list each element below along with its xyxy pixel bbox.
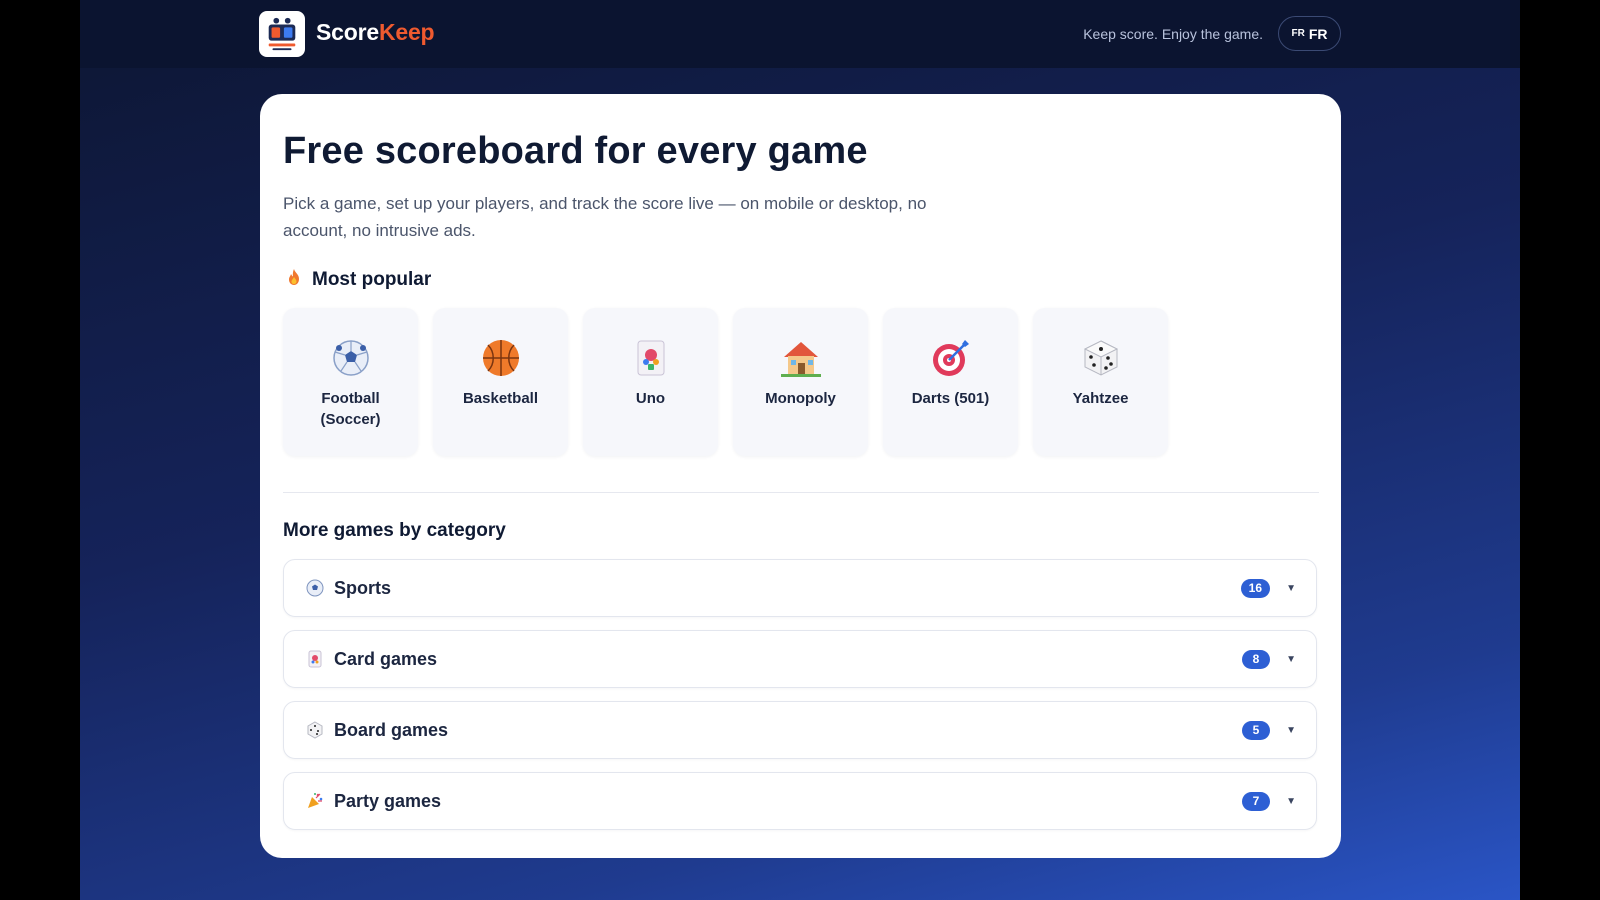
game-name: Yahtzee xyxy=(1072,390,1129,407)
party-popper-icon xyxy=(306,792,324,810)
tagline: Keep score. Enjoy the game. xyxy=(1083,26,1263,42)
brand-name[interactable]: ScoreKeep xyxy=(316,19,435,46)
basketball-icon xyxy=(481,338,521,378)
category-list: Sports 16 ▼ Card games 8 ▼ Board games 5… xyxy=(283,559,1317,843)
flag-icon: FR xyxy=(1291,28,1305,39)
chevron-down-icon[interactable]: ▼ xyxy=(1286,583,1296,594)
chevron-down-icon[interactable]: ▼ xyxy=(1286,725,1296,736)
most-popular-label: Most popular xyxy=(312,268,432,290)
fire-icon xyxy=(286,268,302,291)
count-badge: 7 xyxy=(1242,791,1270,811)
language-switch-button[interactable]: FR FR xyxy=(1278,16,1341,51)
more-games-heading: More games by category xyxy=(283,520,506,541)
brand-name-part1: Score xyxy=(316,19,379,45)
game-tile-basketball[interactable]: Basketball xyxy=(433,308,568,456)
category-board-games[interactable]: Board games 5 ▼ xyxy=(283,701,1317,759)
main-card: Free scoreboard for every game Pick a ga… xyxy=(260,94,1341,858)
game-name: Darts (501) xyxy=(911,390,990,407)
game-name: Football (Soccer) xyxy=(320,390,381,428)
game-name: Basketball xyxy=(462,390,539,407)
chevron-down-icon[interactable]: ▼ xyxy=(1286,796,1296,807)
category-label: Sports xyxy=(334,577,392,598)
category-label: Party games xyxy=(334,790,442,811)
game-name: Uno xyxy=(635,390,666,407)
count-badge: 5 xyxy=(1242,720,1270,740)
playing-card-icon xyxy=(631,338,671,378)
dice-icon xyxy=(1081,338,1121,378)
house-icon xyxy=(780,338,821,378)
game-tile-monopoly[interactable]: Monopoly xyxy=(733,308,868,456)
app-frame: ScoreKeep Keep score. Enjoy the game. FR… xyxy=(80,0,1520,900)
brand-name-part2: Keep xyxy=(378,19,435,45)
category-label: Board games xyxy=(334,719,449,740)
soccer-ball-icon xyxy=(306,579,324,597)
page-subtitle: Pick a game, set up your players, and tr… xyxy=(283,194,927,240)
category-party-games[interactable]: Party games 7 ▼ xyxy=(283,772,1317,830)
top-bar: ScoreKeep Keep score. Enjoy the game. FR… xyxy=(80,0,1520,68)
category-card-games[interactable]: Card games 8 ▼ xyxy=(283,630,1317,688)
game-tile-uno[interactable]: Uno xyxy=(583,308,718,456)
most-popular-heading: Most popular xyxy=(286,268,431,291)
dart-target-icon xyxy=(931,338,971,378)
scoreboard-logo-icon xyxy=(268,17,296,51)
game-tile-football[interactable]: Football (Soccer) xyxy=(283,308,418,456)
page-title: Free scoreboard for every game xyxy=(283,130,868,172)
dice-icon xyxy=(306,721,324,739)
section-divider xyxy=(283,492,1319,493)
language-code: FR xyxy=(1308,25,1328,42)
game-tile-yahtzee[interactable]: Yahtzee xyxy=(1033,308,1168,456)
category-sports[interactable]: Sports 16 ▼ xyxy=(283,559,1317,617)
category-label: Card games xyxy=(334,648,438,669)
game-tile-darts[interactable]: Darts (501) xyxy=(883,308,1018,456)
soccer-ball-icon xyxy=(331,338,371,378)
count-badge: 16 xyxy=(1240,578,1270,598)
popular-games-list: Football (Soccer) Basketball Uno Monopol… xyxy=(283,308,1168,456)
playing-card-icon xyxy=(306,650,324,668)
app-logo[interactable] xyxy=(259,11,305,57)
count-badge: 8 xyxy=(1242,649,1270,669)
game-name: Monopoly xyxy=(765,390,836,407)
chevron-down-icon[interactable]: ▼ xyxy=(1286,654,1296,665)
